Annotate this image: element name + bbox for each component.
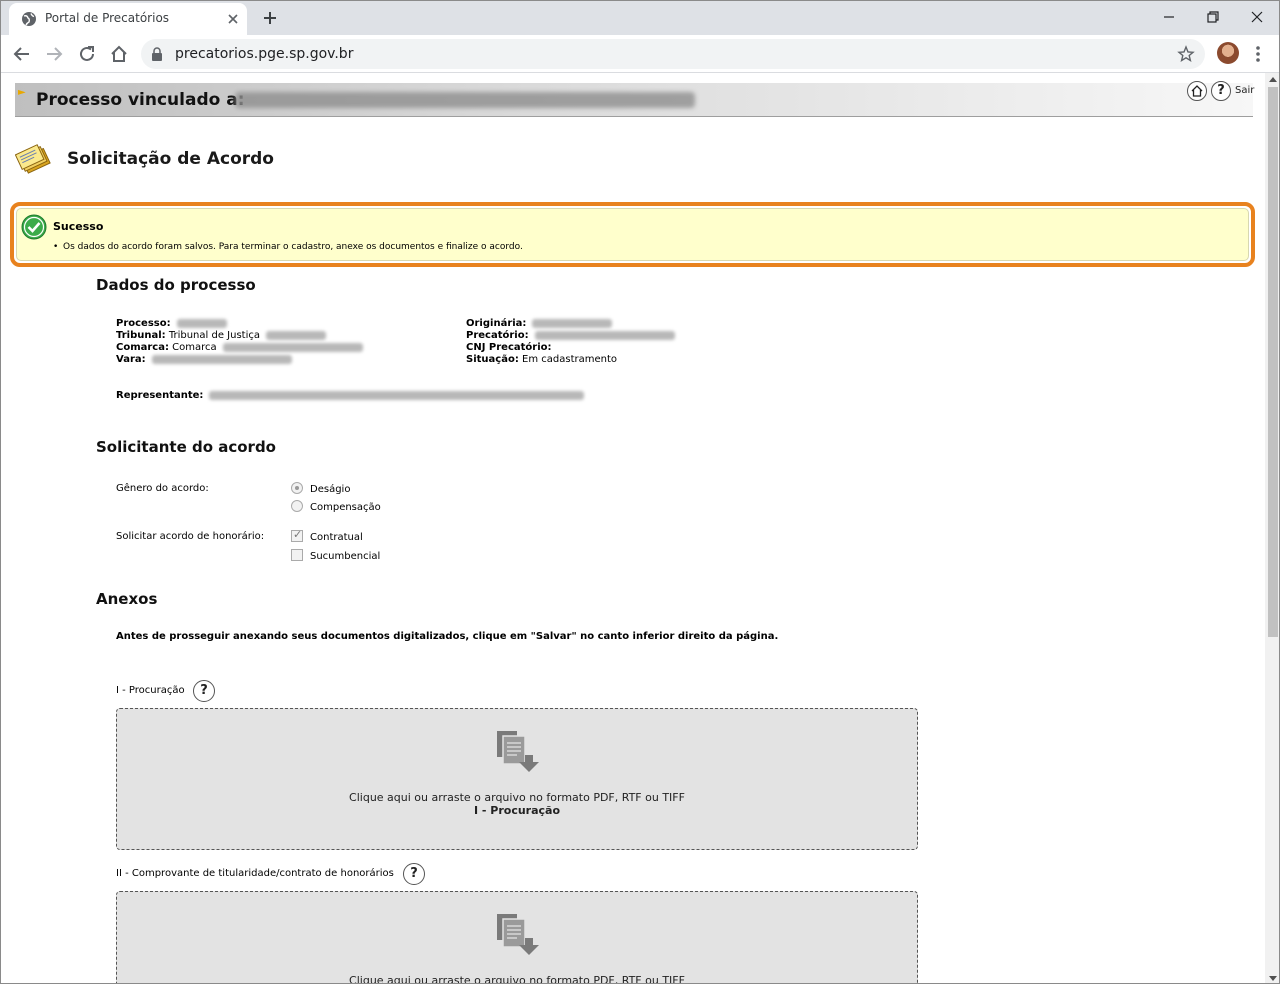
dropzone-procuracao[interactable]: Clique aqui ou arraste o arquivo no form…	[116, 708, 918, 850]
success-text: Os dados do acordo foram salvos. Para te…	[53, 242, 523, 252]
new-tab-plus-icon[interactable]	[261, 9, 279, 27]
section-dados-processo: Dados do processo	[96, 276, 256, 294]
home-button[interactable]	[1187, 81, 1207, 101]
redacted-value	[222, 342, 363, 352]
dropzone-comprovante[interactable]: Clique aqui ou arraste o arquivo no form…	[116, 891, 918, 984]
minimize-icon[interactable]	[1159, 7, 1179, 27]
browser-window: Portal de Precatórios precatorios.pge.sp…	[0, 0, 1280, 984]
precatorio-label: Precatório:	[466, 330, 529, 341]
tab-portal[interactable]: Portal de Precatórios	[9, 3, 247, 35]
browser-toolbar: precatorios.pge.sp.gov.br	[1, 35, 1279, 73]
documents-stack-icon	[15, 144, 51, 174]
process-header: ► Processo vinculado a:	[15, 83, 1253, 117]
radio-label: Deságio	[310, 484, 351, 495]
tab-title: Portal de Precatórios	[45, 11, 170, 25]
question-mark-icon: ?	[410, 866, 418, 881]
anexo-label-comprovante: II - Comprovante de titularidade/contrat…	[116, 868, 394, 879]
honorario-label: Solicitar acordo de honorário:	[116, 531, 265, 542]
field-precatorio: Precatório:	[466, 330, 675, 342]
page-content: ► Processo vinculado a: ? Sair Solicitaç…	[1, 73, 1265, 984]
question-mark-icon: ?	[1217, 83, 1225, 98]
reload-icon[interactable]	[76, 43, 98, 65]
check-circle-icon	[21, 214, 47, 240]
globe-icon	[22, 12, 36, 26]
comarca-label: Comarca:	[116, 342, 169, 353]
home-icon[interactable]	[108, 43, 130, 65]
lock-icon[interactable]	[151, 47, 163, 61]
logout-link[interactable]: Sair	[1235, 85, 1254, 96]
window-close-icon[interactable]	[1247, 7, 1267, 27]
originaria-label: Originária:	[466, 318, 527, 329]
back-arrow-icon[interactable]	[11, 43, 33, 65]
anexo-label-procuracao: I - Procuração	[116, 685, 185, 696]
section-solicitante: Solicitante do acordo	[96, 438, 276, 456]
question-mark-icon: ?	[200, 683, 208, 698]
field-processo: Processo:	[116, 318, 227, 330]
redacted-value	[265, 330, 326, 340]
address-bar[interactable]: precatorios.pge.sp.gov.br	[141, 39, 1205, 69]
field-situacao: Situação: Em cadastramento	[466, 354, 617, 366]
file-upload-icon	[497, 914, 539, 955]
cnj-label: CNJ Precatório:	[466, 342, 552, 353]
checkbox-label: Sucumbencial	[310, 551, 381, 562]
close-icon[interactable]	[225, 11, 241, 27]
restore-icon[interactable]	[1203, 7, 1223, 27]
section-anexos: Anexos	[96, 590, 158, 608]
help-button-procuracao[interactable]: ?	[193, 680, 215, 702]
help-button-comprovante[interactable]: ?	[403, 863, 425, 885]
radio-control[interactable]	[291, 500, 303, 512]
scroll-up-arrow-icon[interactable]	[1269, 77, 1277, 82]
process-header-title: Processo vinculado a:	[36, 90, 245, 110]
vara-label: Vara:	[116, 354, 146, 365]
vertical-scrollbar[interactable]	[1265, 73, 1279, 983]
profile-avatar[interactable]	[1217, 42, 1239, 64]
radio-control[interactable]	[291, 482, 303, 494]
redacted-process-owner	[235, 92, 695, 108]
scroll-down-arrow-icon[interactable]	[1269, 976, 1277, 981]
tab-strip: Portal de Precatórios	[1, 1, 1279, 35]
checkbox-control[interactable]	[291, 528, 303, 542]
genero-label: Gênero do acordo:	[116, 483, 209, 494]
field-tribunal: Tribunal: Tribunal de Justiça	[116, 330, 326, 342]
success-highlight: Sucesso Os dados do acordo foram salvos.…	[10, 202, 1255, 267]
forward-arrow-icon[interactable]	[43, 43, 65, 65]
success-message-box: Sucesso Os dados do acordo foram salvos.…	[16, 208, 1249, 261]
tribunal-label: Tribunal:	[116, 330, 166, 341]
redacted-value	[532, 318, 613, 328]
dropzone-instruction: Clique aqui ou arraste o arquivo no form…	[349, 791, 685, 804]
tribunal-value: Tribunal de Justiça	[168, 330, 260, 341]
house-icon	[1191, 85, 1203, 97]
representante-label: Representante:	[116, 390, 204, 401]
dropzone-document-name: I - Procuração	[473, 804, 561, 817]
comarca-value: Comarca	[172, 342, 217, 353]
field-vara: Vara:	[116, 354, 292, 366]
page-title: Solicitação de Acordo	[67, 149, 274, 169]
situacao-value: Em cadastramento	[522, 354, 617, 365]
processo-label: Processo:	[116, 318, 171, 329]
field-representante: Representante:	[116, 390, 585, 402]
field-cnj-precatorio: CNJ Precatório:	[466, 342, 552, 354]
url-text: precatorios.pge.sp.gov.br	[175, 46, 354, 62]
header-arrow-icon: ►	[18, 87, 26, 98]
checkbox-label: Contratual	[310, 532, 363, 543]
more-menu-icon[interactable]	[1253, 43, 1263, 65]
situacao-label: Situação:	[466, 354, 519, 365]
success-title: Sucesso	[53, 220, 104, 233]
help-button[interactable]: ?	[1211, 81, 1231, 101]
dropzone-instruction: Clique aqui ou arraste o arquivo no form…	[349, 974, 685, 984]
field-comarca: Comarca: Comarca	[116, 342, 363, 354]
bookmark-star-icon[interactable]	[1177, 45, 1195, 63]
redacted-value	[209, 390, 585, 400]
scroll-thumb[interactable]	[1268, 87, 1278, 637]
field-originaria: Originária:	[466, 318, 613, 330]
file-upload-icon	[497, 731, 539, 772]
radio-label: Compensação	[310, 502, 381, 513]
redacted-value	[534, 330, 675, 340]
redacted-value	[176, 318, 227, 328]
anexos-notice: Antes de prosseguir anexando seus docume…	[116, 631, 779, 642]
redacted-value	[151, 354, 292, 364]
checkbox-control[interactable]	[291, 549, 303, 561]
